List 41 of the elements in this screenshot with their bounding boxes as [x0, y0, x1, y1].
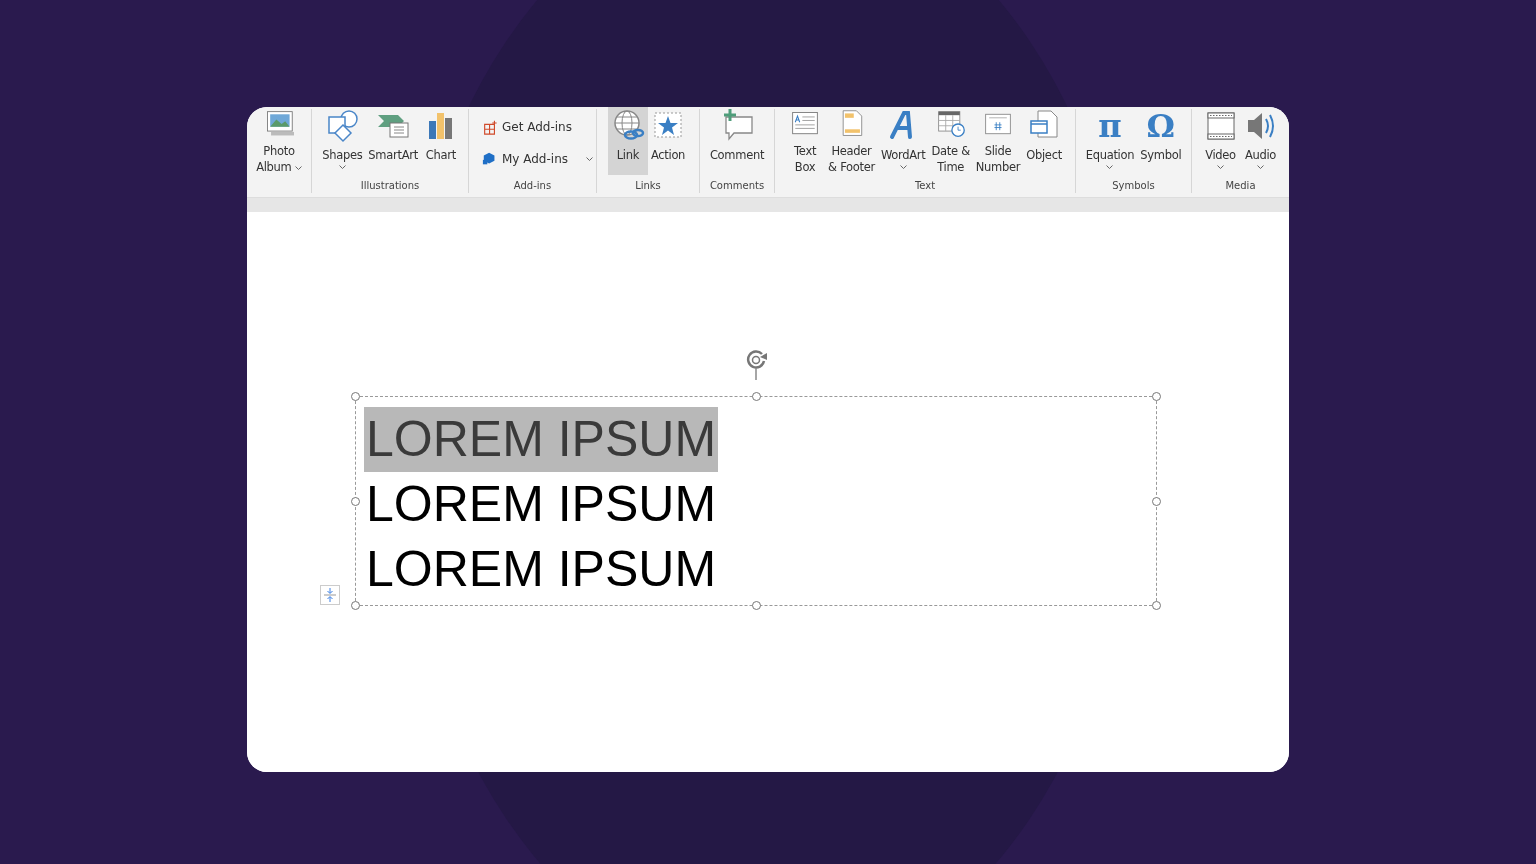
- ribbon-button[interactable]: π Equation: [1082, 107, 1138, 175]
- store-icon: [482, 119, 498, 135]
- ribbon-button[interactable]: SmartArt: [365, 107, 421, 175]
- ribbon-button[interactable]: Link: [607, 107, 648, 175]
- resize-handle[interactable]: [752, 392, 761, 401]
- group-label: Comments: [709, 180, 765, 191]
- resize-handle[interactable]: [351, 601, 360, 610]
- ribbon-button[interactable]: Text Box: [785, 107, 826, 175]
- resize-handle[interactable]: [1152, 392, 1161, 401]
- ribbon-button[interactable]: Header & Footer: [825, 107, 878, 175]
- resize-handle[interactable]: [1152, 601, 1161, 610]
- symbol-icon: π: [1098, 109, 1122, 143]
- text-line: LOREM IPSUM: [365, 540, 718, 599]
- ribbon-button[interactable]: Ω Symbol: [1137, 107, 1185, 175]
- group-label: Text: [914, 180, 936, 191]
- group-label: Add-ins: [513, 180, 552, 191]
- selected-text: LOREM IPSUM: [364, 407, 719, 472]
- ribbon-button[interactable]: Action: [647, 107, 689, 175]
- group-label: Media: [1225, 180, 1256, 191]
- ribbon-button[interactable]: Comment: [706, 107, 768, 175]
- ribbon-button[interactable]: Shapes: [319, 107, 366, 175]
- ribbon-button[interactable]: Chart: [420, 107, 461, 175]
- group-label: Symbols: [1112, 180, 1155, 191]
- group-label: Links: [635, 180, 661, 191]
- ribbon-button[interactable]: Slide Number: [972, 107, 1024, 175]
- ribbon-button[interactable]: WordArt: [877, 107, 929, 175]
- ribbon-button[interactable]: Audio: [1240, 107, 1281, 175]
- resize-handle[interactable]: [1152, 497, 1161, 506]
- resize-handle[interactable]: [752, 601, 761, 610]
- layout-options-icon[interactable]: [320, 585, 340, 605]
- ribbon-button[interactable]: Date & Time: [928, 107, 973, 175]
- ribbon-button[interactable]: Get Add-ins: [479, 117, 575, 137]
- resize-handle[interactable]: [351, 497, 360, 506]
- symbol-icon: Ω: [1146, 109, 1175, 143]
- group-label: Illustrations: [360, 180, 420, 191]
- ribbon-button[interactable]: Photo Album: [253, 107, 305, 175]
- ribbon-button[interactable]: Video: [1200, 107, 1241, 175]
- resize-handle[interactable]: [351, 392, 360, 401]
- text-line: LOREM IPSUM: [365, 475, 718, 534]
- ribbon-button[interactable]: My Add-ins: [479, 149, 596, 169]
- ribbon-button[interactable]: Object: [1023, 107, 1065, 175]
